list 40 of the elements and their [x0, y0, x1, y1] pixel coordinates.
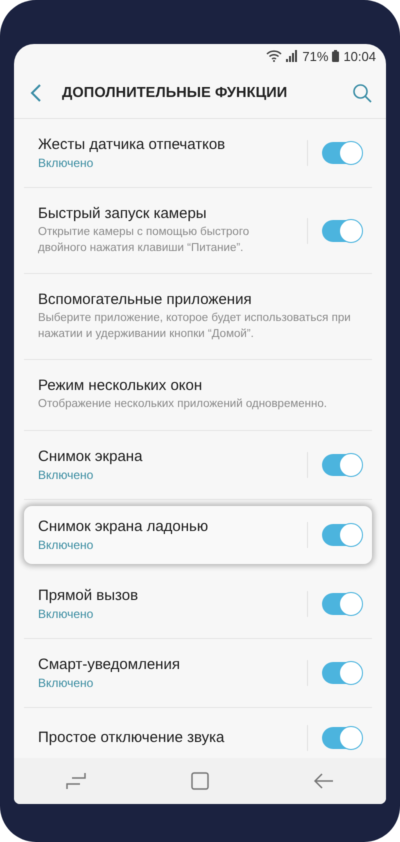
- setting-description: Отображение нескольких приложений одновременно.: [38, 397, 328, 412]
- setting-title: Прямой вызов: [38, 586, 140, 604]
- recent-apps-button[interactable]: [64, 770, 88, 792]
- back-nav-button[interactable]: [312, 771, 336, 791]
- home-button[interactable]: [188, 770, 211, 792]
- battery-percent: 71%: [302, 48, 328, 64]
- setting-title: Снимок экрана ладонью: [38, 518, 210, 535]
- signal-icon: [286, 50, 298, 62]
- setting-title: Вспомогательные приложения: [38, 291, 253, 308]
- highlighted-setting-row[interactable]: Снимок экрана ладонью Включено: [24, 506, 372, 564]
- wifi-icon: [266, 50, 282, 62]
- setting-title: Снимок экрана: [38, 448, 144, 465]
- setting-title: Быстрый запуск камеры: [38, 205, 208, 222]
- toggle-switch[interactable]: [322, 726, 362, 749]
- setting-description: Выберите приложение, которое будет использоваться при нажатии и удерживании кнопки “Домой”.: [38, 311, 352, 342]
- screen-title: ДОПОЛНИТЕЛЬНЫЕ ФУНКЦИИ: [62, 85, 288, 101]
- setting-status: Включено: [38, 538, 94, 552]
- setting-status: Включено: [38, 468, 94, 482]
- setting-title: Простое отключение звука: [38, 729, 226, 746]
- setting-row[interactable]: Жесты датчика отпечатков Включено: [24, 119, 372, 188]
- setting-title: Режим нескольких окон: [38, 377, 204, 394]
- status-time: 10:04: [343, 48, 376, 64]
- setting-description: Открытие камеры с помощью быстрого двойного нажатия клавиши “Питание”.: [38, 225, 250, 256]
- setting-row[interactable]: Смарт-уведомления Включено: [24, 638, 372, 708]
- toggle-switch[interactable]: [322, 220, 362, 242]
- setting-title: Жесты датчика отпечатков: [38, 136, 226, 153]
- search-button[interactable]: [350, 81, 374, 105]
- battery-icon: [332, 50, 340, 62]
- toggle-switch[interactable]: [322, 524, 362, 546]
- setting-title: Смарт-уведомления: [38, 656, 181, 673]
- setting-status: Включено: [38, 676, 94, 690]
- setting-row[interactable]: Прямой вызов Включено: [24, 570, 372, 639]
- setting-status: Включено: [38, 606, 94, 621]
- setting-status: Включено: [38, 156, 94, 170]
- toggle-switch[interactable]: [322, 592, 362, 615]
- setting-row[interactable]: Быстрый запуск камеры Открытие камеры с помощью быстрого двойного нажатия клавиши “Питание”.: [24, 188, 372, 274]
- setting-row[interactable]: Снимок экрана Включено: [24, 430, 372, 500]
- toggle-switch[interactable]: [322, 142, 362, 164]
- toggle-switch[interactable]: [322, 454, 362, 476]
- toggle-switch[interactable]: [322, 662, 362, 684]
